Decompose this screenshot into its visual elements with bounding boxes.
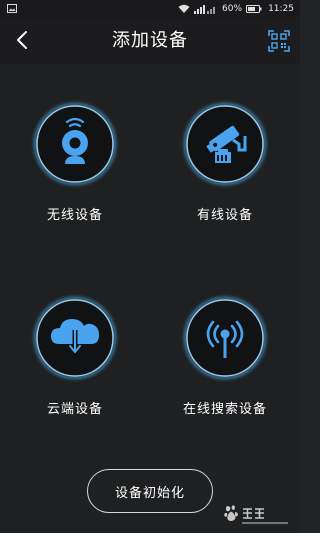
wireless-device-label: 无线设备 xyxy=(46,208,103,223)
wired-device-label: 有线设备 xyxy=(196,208,253,223)
status-indicators: 60% 11:25 xyxy=(178,2,294,16)
cloud-device-label: 云端设备 xyxy=(46,402,103,417)
gallery-icon xyxy=(7,4,17,13)
wired-device-option[interactable]: 有线设备 xyxy=(150,98,300,223)
security-camera-icon xyxy=(206,125,247,163)
add-device-screen: 60% 11:25 添加设备 无线设备 有线设备 云端设备 在线搜索设备 设备初… xyxy=(0,0,300,533)
cloud-device-option[interactable]: 云端设备 xyxy=(0,292,150,417)
qr-scan-icon[interactable] xyxy=(268,30,290,52)
status-bar: 60% 11:25 xyxy=(0,0,300,18)
signal-icon xyxy=(194,5,216,14)
webcam-icon xyxy=(62,117,88,164)
battery-icon xyxy=(246,5,262,13)
device-init-button[interactable]: 设备初始化 xyxy=(87,469,213,513)
header-bar: 添加设备 xyxy=(0,18,300,64)
cloud-download-icon xyxy=(51,319,99,353)
online-search-device-button[interactable] xyxy=(179,292,271,384)
wired-device-button[interactable] xyxy=(179,98,271,190)
clock: 11:25 xyxy=(268,4,294,14)
baidu-jingyan-watermark-logo xyxy=(224,505,288,524)
wireless-device-button[interactable] xyxy=(29,98,121,190)
battery-percent: 60% xyxy=(222,4,243,14)
online-search-device-label: 在线搜索设备 xyxy=(182,402,267,417)
page-title: 添加设备 xyxy=(112,30,188,51)
wifi-icon xyxy=(178,4,190,13)
cloud-device-button[interactable] xyxy=(29,292,121,384)
broadcast-antenna-icon xyxy=(206,320,244,358)
online-search-device-option[interactable]: 在线搜索设备 xyxy=(150,292,300,417)
wireless-device-option[interactable]: 无线设备 xyxy=(0,98,150,223)
